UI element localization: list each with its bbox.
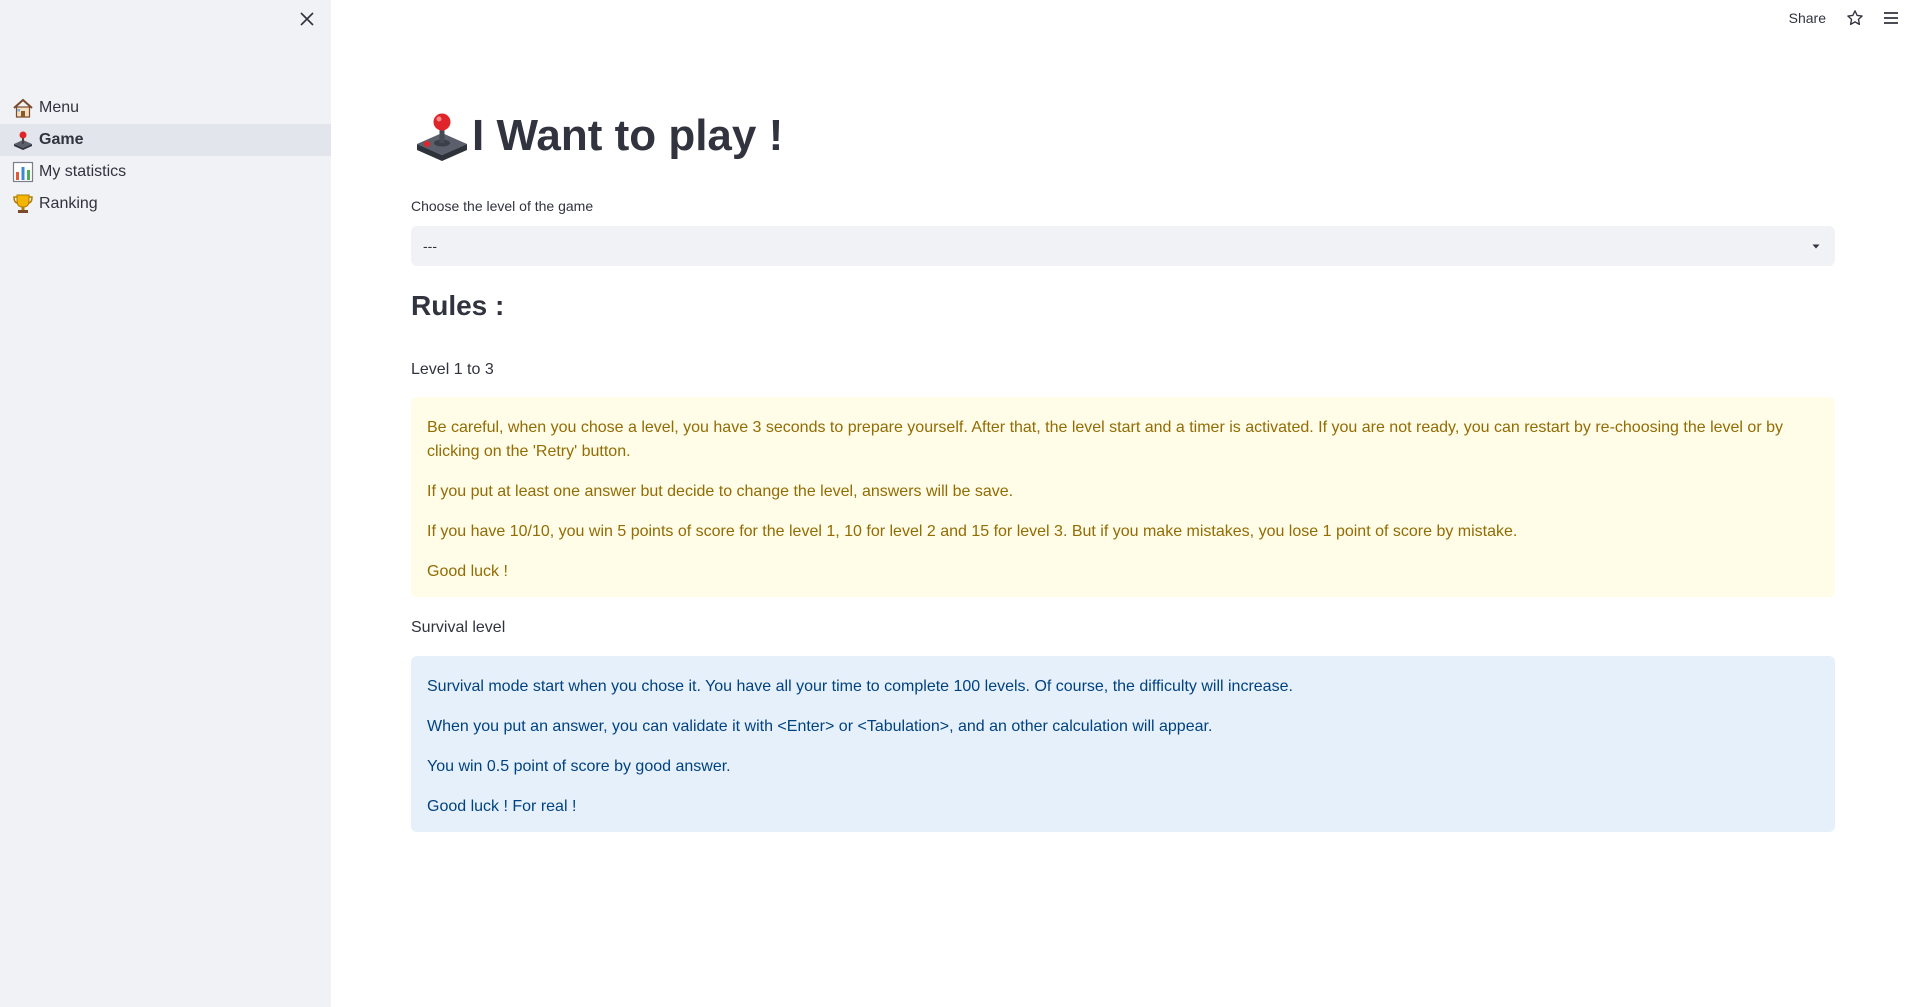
level-select[interactable]: --- [411, 226, 1835, 266]
main-menu-button[interactable] [1880, 7, 1902, 29]
survival-level-label: Survival level [411, 619, 506, 636]
bar-chart-icon [12, 161, 34, 183]
chevron-down-icon [1812, 244, 1820, 249]
sidebar: Menu Game My statistics Ranking [0, 0, 331, 1007]
warning-paragraph: If you put at least one answer but decid… [427, 483, 1014, 500]
sidebar-nav: Menu Game My statistics Ranking [0, 92, 331, 220]
joystick-icon [417, 113, 467, 161]
share-button[interactable]: Share [1789, 10, 1826, 26]
star-button[interactable] [1844, 7, 1866, 29]
level-select-value: --- [423, 238, 437, 254]
sidebar-item-game[interactable]: Game [0, 124, 331, 156]
header-toolbar: Share [1789, 0, 1908, 36]
info-paragraph: Survival mode start when you chose it. Y… [427, 678, 1293, 695]
level-select-label: Choose the level of the game [411, 198, 594, 214]
sidebar-item-my-statistics[interactable]: My statistics [0, 156, 331, 188]
page-title: I Want to play ! [414, 108, 783, 164]
trophy-icon [12, 193, 34, 215]
sidebar-item-label: Game [39, 131, 84, 148]
close-sidebar-button[interactable] [294, 8, 320, 30]
warning-paragraph: If you have 10/10, you win 5 points of s… [427, 523, 1518, 540]
info-alert: Survival mode start when you chose it. Y… [411, 656, 1835, 832]
warning-alert: Be careful, when you chose a level, you … [411, 397, 1835, 597]
level-1-3-label: Level 1 to 3 [411, 361, 494, 378]
warning-paragraph: Be careful, when you chose a level, you … [427, 419, 1783, 460]
star-icon [1847, 10, 1863, 26]
warning-paragraph: Good luck ! [427, 563, 508, 580]
sidebar-item-label: Menu [39, 99, 80, 116]
info-paragraph: You win 0.5 point of score by good answe… [427, 758, 731, 775]
sidebar-item-menu[interactable]: Menu [0, 92, 331, 124]
close-icon [300, 12, 314, 26]
hamburger-menu-icon [1884, 12, 1898, 24]
app-root: Menu Game My statistics Ranking Share I … [0, 0, 1908, 1007]
joystick-icon [12, 129, 34, 151]
info-paragraph: Good luck ! For real ! [427, 798, 577, 815]
page-title-text: I Want to play ! [472, 111, 784, 160]
info-paragraph: When you put an answer, you can validate… [427, 718, 1213, 735]
rules-heading: Rules : [411, 290, 505, 321]
sidebar-item-label: Ranking [39, 195, 98, 212]
sidebar-item-label: My statistics [39, 163, 127, 180]
sidebar-item-ranking[interactable]: Ranking [0, 188, 331, 220]
house-icon [12, 97, 34, 119]
